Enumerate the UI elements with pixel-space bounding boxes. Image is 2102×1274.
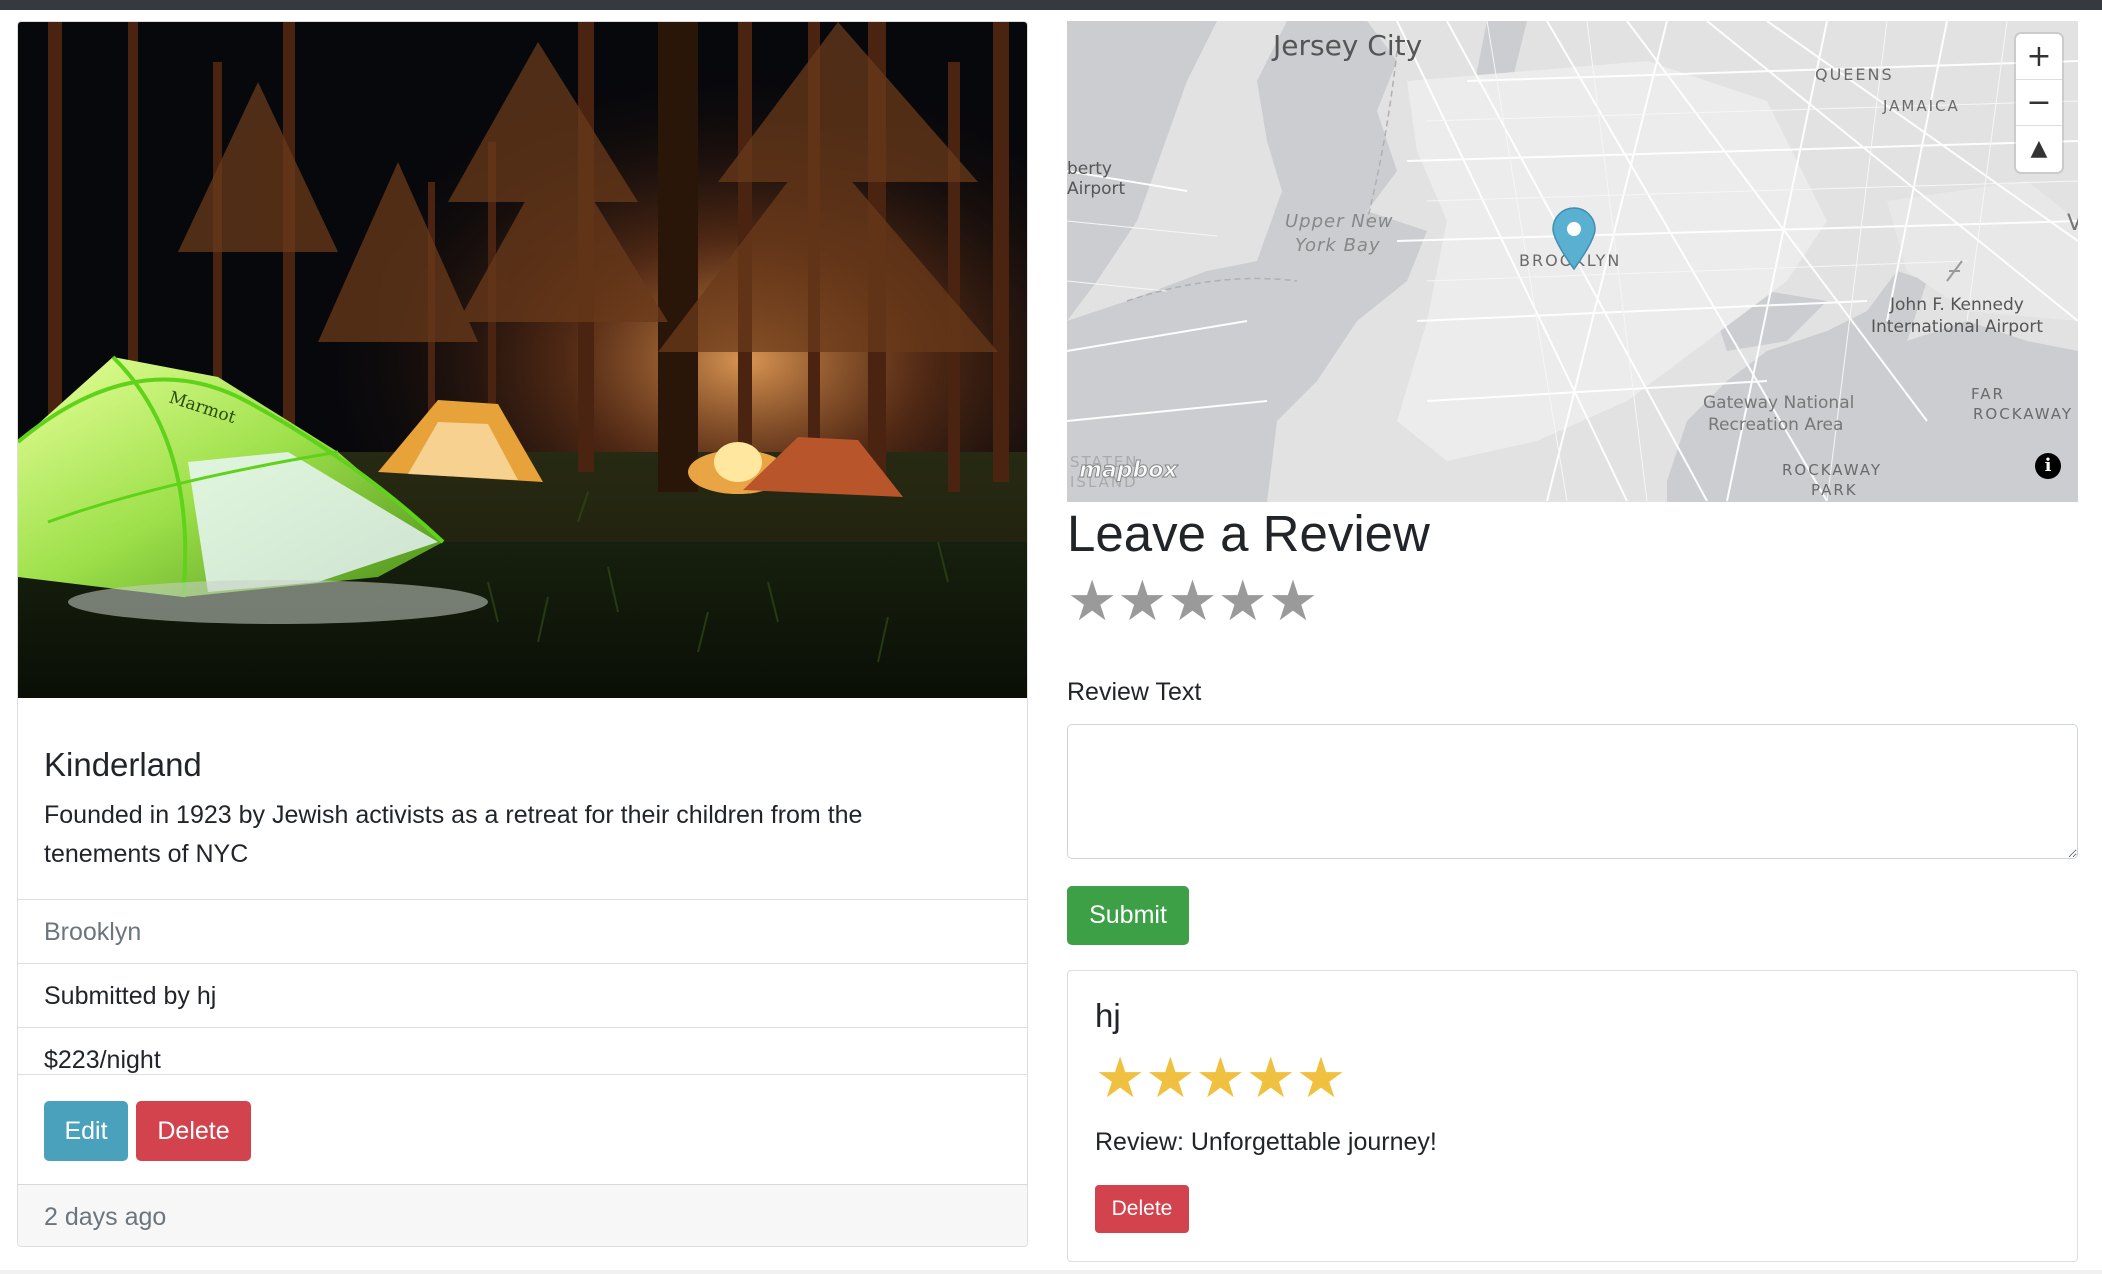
campground-location: Brooklyn	[18, 899, 1027, 963]
delete-review-button[interactable]: Delete	[1095, 1185, 1189, 1233]
review-star-5: ★	[1295, 1046, 1347, 1111]
review-star-4: ★	[1245, 1046, 1296, 1111]
campground-card: Marmot Kinderland Founded in 1923 by Jew…	[17, 21, 1028, 1247]
rating-star-3[interactable]: ★	[1167, 574, 1217, 630]
review-author: hj	[1095, 997, 1121, 1034]
campground-actions: Edit Delete	[18, 1074, 1027, 1184]
map-navigation-controls: + − ▲	[2016, 34, 2062, 172]
review-card: hj ★ ★ ★ ★ ★ Review: Unforgettable journ…	[1067, 970, 2078, 1262]
map-label-gateway-1: Gateway National	[1703, 393, 1855, 413]
review-form-title: Leave a Review	[1067, 505, 1430, 562]
campground-image: Marmot	[18, 22, 1027, 698]
map-label-jamaica: JAMAICA	[1883, 97, 1960, 115]
rating-star-2[interactable]: ★	[1117, 574, 1167, 630]
rating-star-5[interactable]: ★	[1268, 574, 1318, 630]
map-label-liberty-1: berty	[1067, 159, 1112, 179]
map-label-far-rockaway-1: FAR	[1971, 385, 2005, 403]
attribution-info-icon[interactable]: i	[2035, 453, 2061, 479]
campground-description: Founded in 1923 by Jewish activists as a…	[44, 801, 863, 868]
map-label-rockaway-park-2: PARK	[1811, 481, 1858, 499]
zoom-in-button[interactable]: +	[2016, 34, 2062, 80]
card-body: Kinderland Founded in 1923 by Jewish act…	[18, 698, 1027, 899]
map-label-rockaway-park-1: ROCKAWAY	[1782, 461, 1882, 479]
map-label-queens: QUEENS	[1815, 65, 1894, 84]
mapbox-logo[interactable]: mapbox	[1079, 458, 1179, 484]
edit-button[interactable]: Edit	[44, 1101, 128, 1161]
review-star-3: ★	[1195, 1046, 1246, 1111]
campground-title: Kinderland	[44, 746, 202, 783]
map-marker-icon[interactable]	[1551, 207, 1597, 271]
review-star-2: ★	[1145, 1046, 1196, 1111]
map-label-liberty-2: Airport	[1067, 179, 1126, 199]
review-text-input[interactable]	[1067, 724, 2078, 859]
map-label-far-rockaway-2: ROCKAWAY	[1973, 405, 2073, 423]
review-text: Review: Unforgettable journey!	[1095, 1128, 1437, 1156]
campground-price: $223/night	[18, 1027, 1027, 1075]
map-label-jfk-2: International Airport	[1871, 317, 2044, 337]
map-label-jfk-1: John F. Kennedy	[1890, 295, 2024, 315]
review-text-label: Review Text	[1067, 678, 1202, 706]
map-label-jersey-city: Jersey City	[1273, 29, 1423, 62]
submitted-by: Submitted by hj	[18, 963, 1027, 1027]
posted-time: 2 days ago	[18, 1184, 1027, 1246]
page-bottom-edge	[0, 1270, 2102, 1274]
review-star-1: ★	[1095, 1046, 1146, 1111]
review-rating: ★ ★ ★ ★ ★	[1095, 1051, 1346, 1107]
browser-top-bar	[0, 0, 2102, 10]
rating-star-1[interactable]: ★	[1067, 574, 1117, 630]
submit-review-button[interactable]: Submit	[1067, 886, 1189, 945]
rating-star-4[interactable]: ★	[1218, 574, 1268, 630]
zoom-out-button[interactable]: −	[2016, 80, 2062, 126]
compass-button[interactable]: ▲	[2016, 126, 2062, 172]
rating-input: ★ ★ ★ ★ ★	[1067, 574, 1318, 630]
map-label-upper-bay-2: York Bay	[1295, 235, 1381, 256]
map-label-upper-bay-1: Upper New	[1285, 211, 1394, 232]
delete-campground-button[interactable]: Delete	[136, 1101, 251, 1161]
map-label-gateway-2: Recreation Area	[1708, 415, 1844, 435]
map[interactable]: Jersey City QUEENS JAMAICA berty Airport…	[1067, 21, 2078, 502]
map-label-edge-v: V	[2067, 211, 2078, 236]
